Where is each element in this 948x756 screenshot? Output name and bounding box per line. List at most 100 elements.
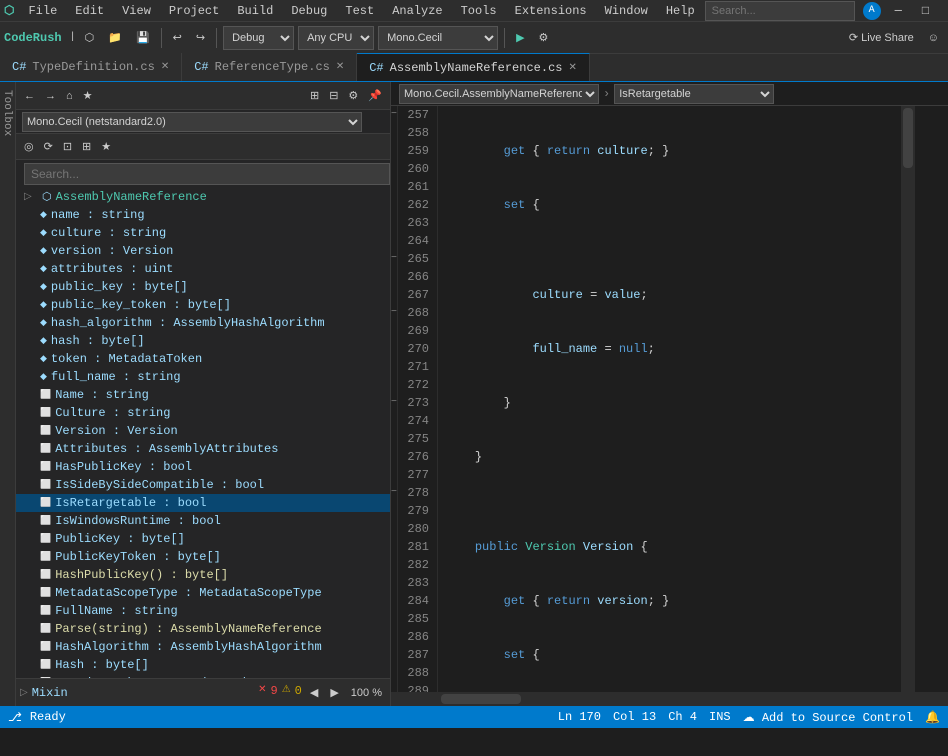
tab-assemblynamereference[interactable]: C# AssemblyNameReference.cs ✕ [357,53,590,81]
open-file-button[interactable]: 📁 [103,26,127,50]
menu-edit[interactable]: Edit [67,2,112,20]
expand-button[interactable]: ⊞ [306,87,323,104]
tree-item-fullname-field[interactable]: ◆ full_name : string [16,368,390,386]
pin-button[interactable]: 📌 [364,87,386,104]
menu-window[interactable]: Window [597,2,656,20]
tab-typedefinition[interactable]: C# TypeDefinition.cs ✕ [0,53,182,81]
tree-item-fullname-prop[interactable]: ⬜ FullName : string [16,602,390,620]
new-file-button[interactable]: ⬡ [80,26,100,50]
symbol-search-input[interactable] [24,163,390,185]
tab-typedefinition-icon: C# [12,60,26,74]
save-button[interactable]: 💾 [131,26,155,50]
nav-filter-button[interactable]: ⊡ [59,138,76,155]
tree-item-version-field[interactable]: ◆ version : Version [16,242,390,260]
tree-item-assemblynamereference[interactable]: ▷ ⬡ AssemblyNameReference [16,188,390,206]
menu-tools[interactable]: Tools [453,2,505,20]
settings-icon[interactable]: ⚙ [344,87,362,104]
tree-item-token-field[interactable]: ◆ token : MetadataToken [16,350,390,368]
nav-next-button[interactable]: ▶ [326,684,342,701]
tree-item-attributes-prop[interactable]: ⬜ Attributes : AssemblyAttributes [16,440,390,458]
zoom-level[interactable]: 100 % [347,684,386,701]
tree-item-name[interactable]: ◆ name : string [16,206,390,224]
tree-item-isside-prop[interactable]: ⬜ IsSideBySideCompatible : bool [16,476,390,494]
tab-assemblynamereference-close[interactable]: ✕ [568,62,576,74]
tree-item-name-prop[interactable]: ⬜ Name : string [16,386,390,404]
tree-item-parse-method[interactable]: ⬜ Parse(string) : AssemblyNameReference [16,620,390,638]
nav-expand-all[interactable]: ⊞ [78,138,95,155]
method-icon-0: ⬜ [40,570,51,580]
window-minimize[interactable]: ─ [889,2,908,20]
tab-typedefinition-close[interactable]: ✕ [161,61,169,73]
tree-item-culture-prop[interactable]: ⬜ Culture : string [16,404,390,422]
configuration-dropdown[interactable]: Debug Release [223,26,294,50]
tree-item-hashpublickey-method[interactable]: ⬜ HashPublicKey() : byte[] [16,566,390,584]
start-debug-button[interactable]: ▶ [511,26,529,50]
tree-item-hash-algo-field[interactable]: ◆ hash_algorithm : AssemblyHashAlgorithm [16,314,390,332]
tree-item-version-prop[interactable]: ⬜ Version : Version [16,422,390,440]
collapse-270[interactable]: − [391,304,397,322]
status-bar: ⎇ Ready Ln 170 Col 13 Ch 4 INS ☁ Add to … [0,706,948,728]
menu-build[interactable]: Build [229,2,281,20]
tree-item-public-key-token-field[interactable]: ◆ public_key_token : byte[] [16,296,390,314]
toolbox-tab[interactable]: Toolbox [0,82,16,706]
tree-item-hashalgorithm-prop[interactable]: ⬜ HashAlgorithm : AssemblyHashAlgorithm [16,638,390,656]
global-search-input[interactable] [705,1,855,21]
redo-button[interactable]: ↪ [191,26,210,50]
scrollbar-thumb[interactable] [903,108,913,168]
tab-referencetype-close[interactable]: ✕ [336,61,344,73]
add-source-control-button[interactable]: ☁ Add to Source Control [743,710,913,725]
live-share-button[interactable]: ⟳ Live Share [844,26,919,50]
code-content-area[interactable]: − − − − − [391,106,948,692]
nav-locate-button[interactable]: ◎ [20,138,38,155]
menu-help[interactable]: Help [658,2,703,20]
nav-prev-button[interactable]: ◀ [306,684,322,701]
window-maximize[interactable]: □ [916,2,935,20]
collapse-button[interactable]: ⊟ [325,87,342,104]
horizontal-scrollbar[interactable] [391,692,948,706]
window-close[interactable]: ✕ [943,1,948,20]
collapse-260[interactable]: − [391,106,397,124]
home-button[interactable]: ⌂ [62,88,77,104]
toolbar-icons[interactable]: ⚙ [534,26,554,50]
tree-item-culture[interactable]: ◆ culture : string [16,224,390,242]
menu-extensions[interactable]: Extensions [507,2,595,20]
code-member-dropdown[interactable]: IsRetargetable [614,84,774,104]
tree-item-attributes-field[interactable]: ◆ attributes : uint [16,260,390,278]
menu-test[interactable]: Test [337,2,382,20]
tree-item-hash-field[interactable]: ◆ hash : byte[] [16,332,390,350]
code-namespace-dropdown[interactable]: Mono.Cecil.AssemblyNameReference [399,84,599,104]
code-text-area[interactable]: get { return culture; } set { culture = … [438,106,901,692]
menu-file[interactable]: File [20,2,65,20]
code-editor: Mono.Cecil.AssemblyNameReference › IsRet… [391,82,948,706]
vertical-scrollbar[interactable] [901,106,915,692]
tree-item-hash-prop[interactable]: ⬜ Hash : byte[] [16,656,390,674]
undo-button[interactable]: ↩ [168,26,187,50]
notifications-icon[interactable]: 🔔 [925,710,940,725]
collapse-278[interactable]: − [391,484,397,502]
feedback-button[interactable]: ☺ [923,26,944,50]
tree-item-isretargetable-prop[interactable]: ⬜ IsRetargetable : bool [16,494,390,512]
tree-item-iswindowsruntime-prop[interactable]: ⬜ IsWindowsRuntime : bool [16,512,390,530]
tree-item-haspublickey-prop[interactable]: ⬜ HasPublicKey : bool [16,458,390,476]
prop-icon-13: ⬜ [40,660,51,670]
menu-view[interactable]: View [114,2,159,20]
collapse-268[interactable]: − [391,250,397,268]
platform-dropdown[interactable]: Any CPU x86 x64 [298,26,374,50]
tree-item-public-key-field[interactable]: ◆ public_key : byte[] [16,278,390,296]
tree-item-metadatascopetype-prop[interactable]: ⬜ MetadataScopeType : MetadataScopeType [16,584,390,602]
project-dropdown[interactable]: Mono.Cecil [378,26,498,50]
collapse-274[interactable]: − [391,394,397,412]
tab-referencetype[interactable]: C# ReferenceType.cs ✕ [182,53,357,81]
forward-button[interactable]: → [41,88,60,104]
h-scrollbar-thumb[interactable] [441,694,521,704]
nav-sync-button[interactable]: ⟳ [40,138,57,155]
tree-item-publickey-prop[interactable]: ⬜ PublicKey : byte[] [16,530,390,548]
nav-star[interactable]: ★ [97,138,115,155]
menu-project[interactable]: Project [161,2,227,20]
tree-item-publickeytoken-prop[interactable]: ⬜ PublicKeyToken : byte[] [16,548,390,566]
menu-analyze[interactable]: Analyze [384,2,450,20]
namespace-dropdown[interactable]: Mono.Cecil (netstandard2.0) [22,112,362,132]
bookmark-button[interactable]: ★ [79,87,97,104]
menu-debug[interactable]: Debug [283,2,335,20]
back-button[interactable]: ← [20,88,39,104]
